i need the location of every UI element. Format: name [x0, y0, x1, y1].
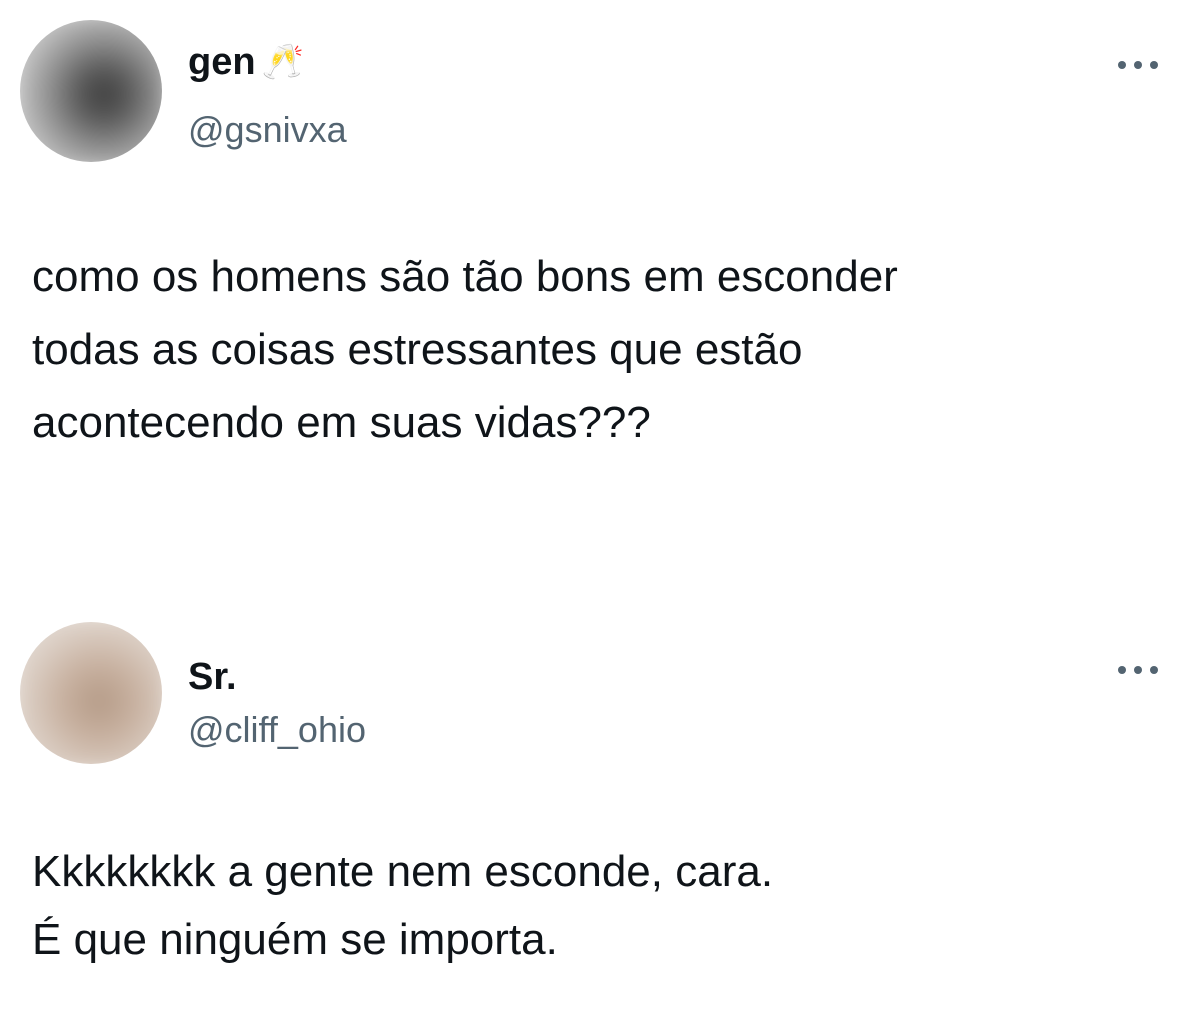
tweet[interactable]: Sr. @cliff_ohio Kkkkkkkk a gente nem esc… — [0, 600, 1200, 1023]
dot — [1134, 61, 1142, 69]
display-name-text[interactable]: Sr. — [188, 656, 237, 698]
tweet-text: Kkkkkkkk a gente nem esconde, cara. É qu… — [32, 847, 774, 964]
more-options-icon[interactable] — [1118, 660, 1158, 680]
more-options-icon[interactable] — [1118, 55, 1158, 75]
avatar-image — [20, 20, 162, 162]
avatar[interactable] — [20, 20, 162, 162]
display-name[interactable]: Sr. — [188, 655, 237, 699]
display-name[interactable]: gen 🥂 — [188, 40, 304, 84]
tweet[interactable]: gen 🥂 @gsnivxa como os homens são tão bon… — [0, 0, 1200, 540]
user-handle[interactable]: @gsnivxa — [188, 108, 347, 152]
display-name-text[interactable]: gen — [188, 41, 256, 83]
avatar-image — [20, 622, 162, 764]
avatar[interactable] — [20, 622, 162, 764]
dot — [1150, 666, 1158, 674]
dot — [1134, 666, 1142, 674]
tweet-text: como os homens são tão bons em esconder … — [32, 252, 898, 447]
dot — [1150, 61, 1158, 69]
dot — [1118, 666, 1126, 674]
champagne-glasses-emoji: 🥂 — [261, 43, 304, 81]
user-handle[interactable]: @cliff_ohio — [188, 708, 366, 752]
dot — [1118, 61, 1126, 69]
